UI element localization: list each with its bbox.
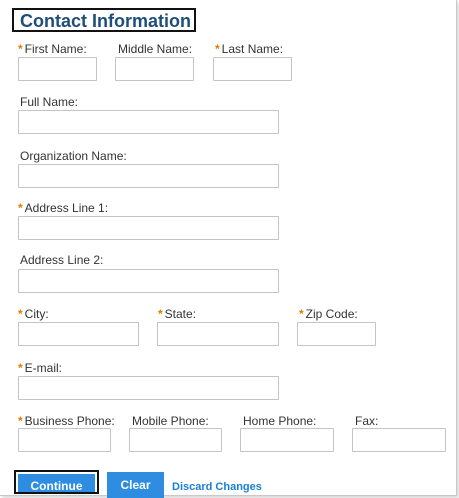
middle-name-label: Middle Name: [118,42,193,56]
business-phone-input[interactable] [18,428,111,452]
continue-button[interactable]: Continue [18,474,95,492]
contact-form-panel: Contact Information * First Name: Middle … [0,0,457,498]
first-name-label: * First Name: [18,42,87,56]
state-label: * State: [158,307,197,321]
zip-code-input[interactable] [297,322,376,346]
state-select[interactable] [157,322,279,346]
discard-changes-link[interactable]: Discard Changes [172,481,262,493]
mobile-phone-input[interactable] [129,428,222,452]
fax-input[interactable] [352,428,446,452]
full-name-label: Full Name: [20,95,79,109]
required-marker: * [18,361,23,375]
last-name-input[interactable] [213,57,292,81]
middle-name-input[interactable] [115,57,194,81]
required-marker: * [18,307,23,321]
address-line-2-input[interactable] [18,269,279,293]
mobile-phone-label: Mobile Phone: [132,414,209,428]
required-marker: * [18,414,23,428]
city-input[interactable] [18,322,139,346]
zip-code-label: * Zip Code: [299,307,358,321]
clear-button[interactable]: Clear [107,472,164,498]
business-phone-label: * Business Phone: [18,414,115,428]
home-phone-input[interactable] [240,428,334,452]
organization-name-label: Organization Name: [20,149,127,163]
required-marker: * [215,42,220,56]
address-line-1-label: * Address Line 1: [18,201,109,215]
address-line-2-label: Address Line 2: [20,253,104,267]
required-marker: * [18,42,23,56]
city-label: * City: [18,307,49,321]
address-line-1-input[interactable] [18,216,279,240]
section-title: Contact Information [20,11,191,31]
organization-name-input[interactable] [18,164,279,188]
required-marker: * [299,307,304,321]
email-input[interactable] [18,376,279,400]
email-label: * E-mail: [18,361,63,375]
home-phone-label: Home Phone: [243,414,317,428]
full-name-input[interactable] [18,110,279,134]
section-title-box: Contact Information [12,8,196,32]
fax-label: Fax: [355,414,379,428]
continue-button-focus-ring: Continue [14,470,99,494]
required-marker: * [158,307,163,321]
last-name-label: * Last Name: [215,42,284,56]
first-name-input[interactable] [18,57,97,81]
required-marker: * [18,201,23,215]
